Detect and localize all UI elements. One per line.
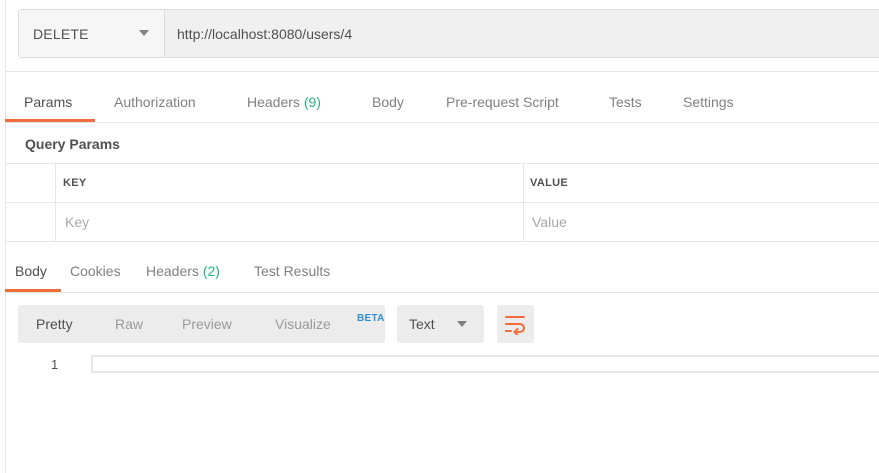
response-view-toggle: Pretty Raw Preview Visualize BETA (18, 305, 385, 343)
table-border-bottom (5, 241, 879, 242)
beta-badge: BETA (357, 313, 385, 324)
tab-authorization[interactable]: Authorization (114, 94, 196, 110)
table-border-middle (5, 202, 879, 203)
key-column-header: KEY (63, 177, 87, 189)
divider (5, 71, 879, 72)
tab-params[interactable]: Params (24, 94, 72, 110)
tab-prerequest-script[interactable]: Pre-request Script (446, 94, 559, 110)
url-input[interactable] (165, 10, 879, 57)
table-border-top (5, 163, 879, 164)
response-tab-body[interactable]: Body (15, 263, 47, 279)
response-headers-count-badge: (2) (202, 263, 220, 279)
method-dropdown[interactable]: DELETE (19, 10, 165, 57)
tab-headers[interactable]: Headers (9) (247, 94, 321, 110)
request-bar: DELETE (18, 9, 879, 58)
divider (5, 122, 879, 123)
query-params-title: Query Params (25, 136, 120, 152)
raw-button[interactable]: Raw (115, 316, 143, 332)
response-tab-cookies[interactable]: Cookies (70, 263, 121, 279)
chevron-down-icon (139, 30, 149, 36)
param-key-input[interactable] (65, 212, 505, 232)
param-value-input[interactable] (532, 212, 862, 232)
tab-tests[interactable]: Tests (609, 94, 642, 110)
headers-count-badge: (9) (303, 94, 321, 110)
wrap-lines-button[interactable] (497, 305, 534, 343)
tab-settings[interactable]: Settings (683, 94, 734, 110)
divider (5, 292, 879, 293)
format-dropdown[interactable]: Text (397, 305, 484, 343)
format-label: Text (409, 316, 435, 332)
response-tab-headers-label: Headers (146, 263, 199, 279)
line-number: 1 (51, 357, 59, 372)
app-window: DELETE Params Authorization Headers (9) … (0, 0, 879, 473)
wrap-lines-icon (505, 316, 525, 335)
chevron-down-icon (457, 321, 467, 327)
visualize-button[interactable]: Visualize (275, 316, 331, 332)
response-tab-test-results[interactable]: Test Results (254, 263, 330, 279)
pretty-button[interactable]: Pretty (36, 316, 73, 332)
tab-body[interactable]: Body (372, 94, 404, 110)
method-label: DELETE (33, 26, 89, 42)
response-tab-headers[interactable]: Headers (2) (146, 263, 220, 279)
tab-headers-label: Headers (247, 94, 300, 110)
table-column-divider (55, 163, 56, 241)
preview-button[interactable]: Preview (182, 316, 232, 332)
value-column-header: VALUE (530, 177, 568, 189)
response-body-editor[interactable] (91, 355, 879, 373)
table-column-divider (523, 163, 524, 241)
